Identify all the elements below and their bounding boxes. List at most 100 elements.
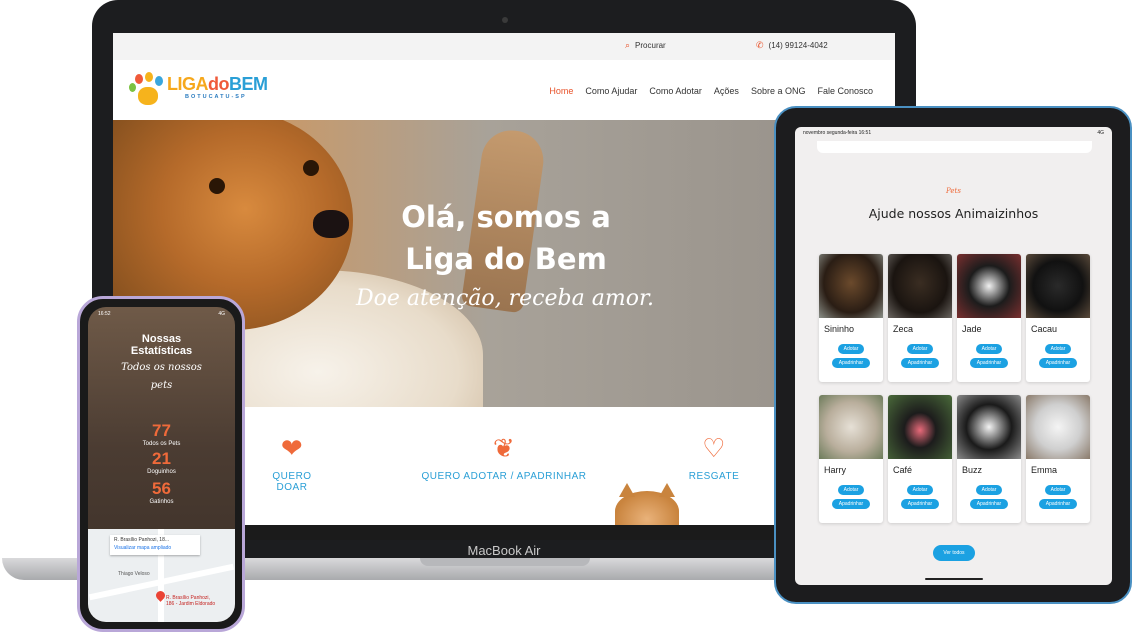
adopt-button[interactable]: Adotar (976, 344, 1002, 354)
pet-card[interactable]: Café Adotar Apadrinhar (888, 395, 952, 523)
pet-photo (888, 395, 952, 459)
adopt-button[interactable]: Adotar (1045, 485, 1071, 495)
menu-item-contato[interactable]: Fale Conosco (817, 86, 873, 96)
logo[interactable]: LIGAdoBEM BOTUCATU-SP (129, 72, 268, 108)
stat-cats-label: Gatinhos (149, 499, 174, 505)
phone-status-bar: 16:52 4G (88, 307, 235, 321)
stats-title: Nossas Estatísticas (130, 333, 193, 357)
hero-tagline: Doe atenção, receba amor. (355, 286, 655, 311)
tablet-website: novembro segunda-feira 16:51 4G Pets Aju… (795, 127, 1112, 585)
hero-title: Olá, somos a Liga do Bem (401, 200, 611, 276)
pet-name: Buzz (962, 465, 983, 475)
sponsor-button[interactable]: Apadrinhar (1039, 358, 1077, 368)
pet-card[interactable]: Sininho Adotar Apadrinhar (819, 254, 883, 382)
sponsor-button[interactable]: Apadrinhar (970, 358, 1008, 368)
home-indicator (925, 578, 983, 580)
map-info-card: R. Brasílio Panhozi, 18... Visualizar ma… (110, 535, 200, 555)
adopt-button[interactable]: Adotar (838, 344, 864, 354)
main-nav: LIGAdoBEM BOTUCATU-SP Home Como Ajudar C… (113, 60, 895, 120)
stats-subtitle: Todos os nossos pets (121, 362, 202, 391)
sponsor-button[interactable]: Apadrinhar (970, 499, 1008, 509)
tablet-status-bar: novembro segunda-feira 16:51 4G (795, 127, 1112, 139)
menu: Home Como Ajudar Como Adotar Ações Sobre… (549, 86, 873, 96)
feature-rescue[interactable]: ♡ RESGATE (681, 431, 747, 482)
laptop-notch (420, 558, 590, 566)
feature-donate-label: QUERO DOAR (272, 471, 312, 493)
sponsor-button[interactable]: Apadrinhar (901, 499, 939, 509)
stat-dogs-label: Doguinhos (147, 469, 176, 475)
pet-card[interactable]: Jade Adotar Apadrinhar (957, 254, 1021, 382)
sponsor-button[interactable]: Apadrinhar (1039, 499, 1077, 509)
search-link[interactable]: ⌕ Procurar (625, 40, 666, 51)
menu-item-como-adotar[interactable]: Como Adotar (649, 86, 702, 96)
pet-name: Jade (962, 324, 982, 334)
menu-item-acoes[interactable]: Ações (714, 86, 739, 96)
pet-name: Cacau (1031, 324, 1058, 334)
mobile-website: 16:52 4G Nossas Estatísticas Todos os no… (88, 307, 235, 622)
sponsor-button[interactable]: Apadrinhar (832, 358, 870, 368)
stat-cats-value: 56 (152, 479, 171, 498)
pet-photo (957, 395, 1021, 459)
menu-item-sobre[interactable]: Sobre a ONG (751, 86, 806, 96)
pet-card[interactable]: Harry Adotar Apadrinhar (819, 395, 883, 523)
map[interactable]: R. Brasílio Panhozi, 18... Visualizar ma… (88, 529, 235, 622)
pet-card[interactable]: Emma Adotar Apadrinhar (1026, 395, 1090, 523)
pet-card[interactable]: Zeca Adotar Apadrinhar (888, 254, 952, 382)
adopt-button[interactable]: Adotar (976, 485, 1002, 495)
feature-adopt[interactable]: ❦ QUERO ADOTAR / APADRINHAR (419, 431, 589, 482)
feature-rescue-label: RESGATE (688, 471, 740, 482)
tablet-top-card (817, 141, 1092, 153)
map-address: R. Brasílio Panhozi, 18... (114, 537, 170, 543)
adopt-button[interactable]: Adotar (907, 344, 933, 354)
pet-photo (888, 254, 952, 318)
phone-icon: ✆ (756, 40, 764, 50)
section-title: Ajude nossos Animaizinhos (868, 206, 1039, 221)
stat-all-label: Todos os Pets (142, 441, 181, 447)
logo-wordmark: LIGAdoBEM (167, 74, 268, 94)
sponsor-button[interactable]: Apadrinhar (901, 358, 939, 368)
stat-all-value: 77 (152, 421, 171, 440)
heart-hand-icon: ❤ (280, 433, 304, 463)
sponsor-button[interactable]: Apadrinhar (832, 499, 870, 509)
pet-photo (819, 395, 883, 459)
phone-link[interactable]: ✆ (14) 99124-4042 (756, 40, 828, 51)
adopt-button[interactable]: Adotar (838, 485, 864, 495)
paw-logo-icon (129, 72, 165, 108)
feature-adopt-label: QUERO ADOTAR / APADRINHAR (421, 471, 587, 482)
pet-name: Zeca (893, 324, 914, 334)
pet-name: Emma (1031, 465, 1058, 475)
dog-nose (313, 210, 349, 238)
pet-card[interactable]: Cacau Adotar Apadrinhar (1026, 254, 1090, 382)
logo-subtitle: BOTUCATU-SP (185, 94, 247, 100)
pet-name: Café (893, 465, 913, 475)
phone-time: 16:52 (98, 311, 111, 317)
phone-signal: 4G (218, 311, 225, 317)
map-enlarge-link[interactable]: Visualizar mapa ampliado (114, 545, 196, 551)
pet-name: Sininho (824, 324, 855, 334)
map-place-label: Thiago Veloso (118, 571, 150, 577)
stat-dogs-value: 21 (152, 449, 171, 468)
view-all-button[interactable]: Ver todos (933, 545, 975, 561)
menu-item-home[interactable]: Home (549, 86, 573, 96)
pet-name: Harry (824, 465, 846, 475)
search-icon: ⌕ (625, 40, 631, 50)
rescue-icon: ♡ (702, 433, 726, 463)
phone-number: (14) 99124-4042 (768, 41, 828, 50)
tablet-status-time: novembro segunda-feira 16:51 (803, 130, 872, 136)
pet-photo (1026, 254, 1090, 318)
paw-icon: ❦ (492, 433, 516, 463)
pet-photo (957, 254, 1021, 318)
feature-donate[interactable]: ❤ QUERO DOAR (257, 431, 327, 493)
menu-item-como-ajudar[interactable]: Como Ajudar (585, 86, 637, 96)
section-script-label: Pets (946, 187, 961, 195)
pet-photo (819, 254, 883, 318)
adopt-button[interactable]: Adotar (1045, 344, 1071, 354)
tablet-status-signal: 4G (1097, 130, 1104, 136)
search-label: Procurar (635, 41, 666, 50)
pet-photo (1026, 395, 1090, 459)
camera-icon (502, 17, 508, 23)
map-pin-icon (154, 589, 167, 602)
map-pin-label: R. Brasílio Panhozi, 186 - Jardim Eldora… (166, 595, 216, 607)
pet-card[interactable]: Buzz Adotar Apadrinhar (957, 395, 1021, 523)
adopt-button[interactable]: Adotar (907, 485, 933, 495)
